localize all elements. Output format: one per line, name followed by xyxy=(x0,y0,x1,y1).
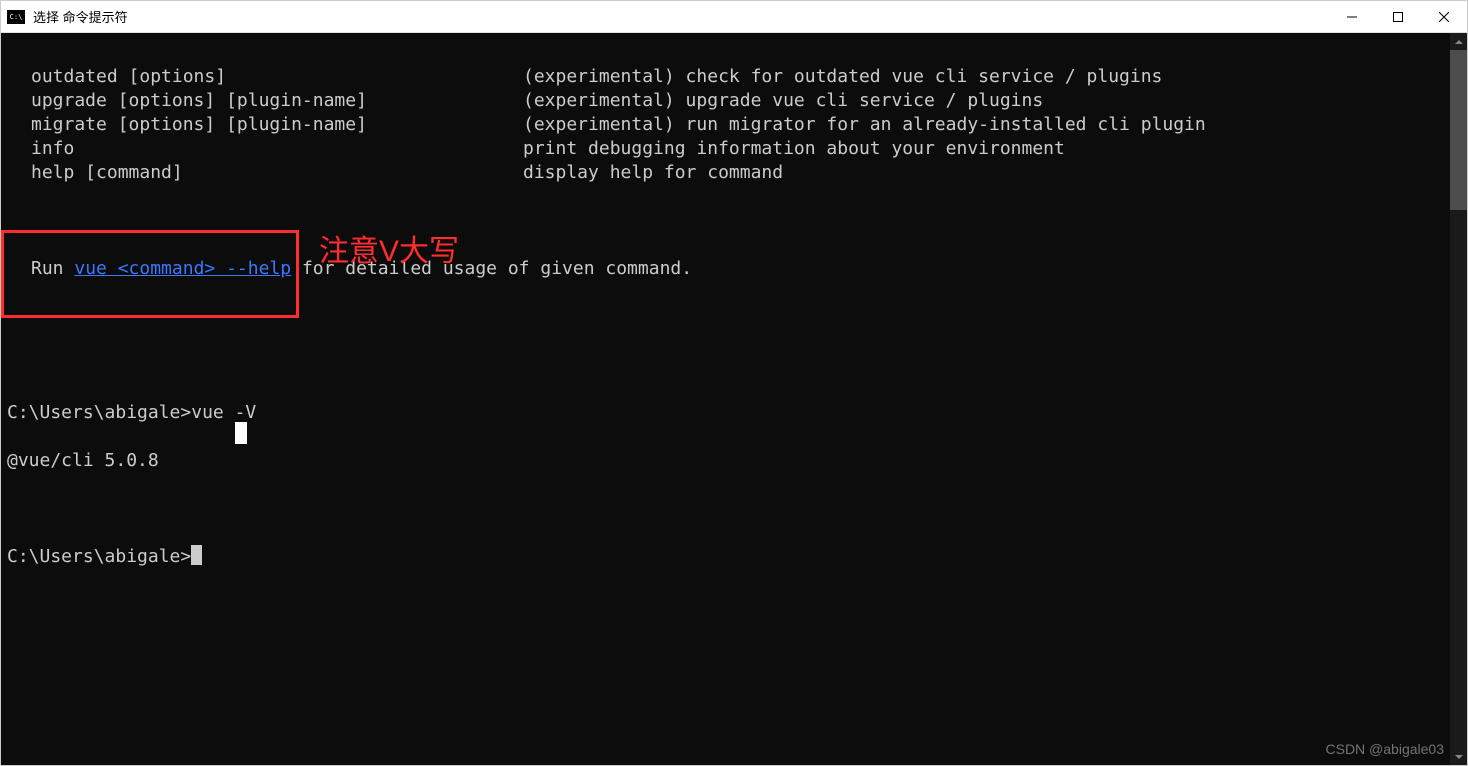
titlebar[interactable]: 选择 命令提示符 xyxy=(1,1,1467,33)
help-desc: (experimental) check for outdated vue cl… xyxy=(523,65,1444,89)
cmd-icon xyxy=(7,10,25,24)
annotation-label: 注意V大写 xyxy=(319,240,459,264)
prompt-line-1: C:\Users\abigale>vue -V xyxy=(7,401,1444,425)
help-desc: display help for command xyxy=(523,161,1444,185)
cursor xyxy=(191,545,202,565)
help-cmd: upgrade [options] [plugin-name] xyxy=(7,89,523,113)
terminal-area: outdated [options](experimental) check f… xyxy=(1,33,1467,765)
minimize-button[interactable] xyxy=(1329,1,1375,32)
window-controls xyxy=(1329,1,1467,32)
help-row: outdated [options](experimental) check f… xyxy=(7,65,1444,89)
close-button[interactable] xyxy=(1421,1,1467,32)
terminal-content[interactable]: outdated [options](experimental) check f… xyxy=(1,33,1450,765)
scroll-down-arrow[interactable] xyxy=(1450,748,1467,765)
scroll-thumb[interactable] xyxy=(1450,50,1467,210)
command-prompt-window: 选择 命令提示符 outdated [options](experimental… xyxy=(0,0,1468,766)
help-desc: print debugging information about your e… xyxy=(523,137,1444,161)
help-row: migrate [options] [plugin-name](experime… xyxy=(7,113,1444,137)
run-help-line: Run vue <command> --help for detailed us… xyxy=(7,257,1444,281)
vue-help-link: vue <command> --help xyxy=(74,258,291,279)
help-cmd: outdated [options] xyxy=(7,65,523,89)
version-output: @vue/cli 5.0.8 xyxy=(7,449,1444,473)
help-cmd: info xyxy=(7,137,523,161)
help-desc: (experimental) run migrator for an alrea… xyxy=(523,113,1444,137)
prompt-line-2: C:\Users\abigale> xyxy=(7,545,1444,569)
window-title: 选择 命令提示符 xyxy=(33,7,128,26)
help-row: infoprint debugging information about yo… xyxy=(7,137,1444,161)
maximize-button[interactable] xyxy=(1375,1,1421,32)
selection-marker xyxy=(235,422,247,444)
help-cmd: migrate [options] [plugin-name] xyxy=(7,113,523,137)
help-desc: (experimental) upgrade vue cli service /… xyxy=(523,89,1444,113)
watermark: CSDN @abigale03 xyxy=(1326,737,1445,761)
help-row: help [command]display help for command xyxy=(7,161,1444,185)
scroll-up-arrow[interactable] xyxy=(1450,33,1467,50)
help-row: upgrade [options] [plugin-name](experime… xyxy=(7,89,1444,113)
scrollbar[interactable] xyxy=(1450,33,1467,765)
help-cmd: help [command] xyxy=(7,161,523,185)
